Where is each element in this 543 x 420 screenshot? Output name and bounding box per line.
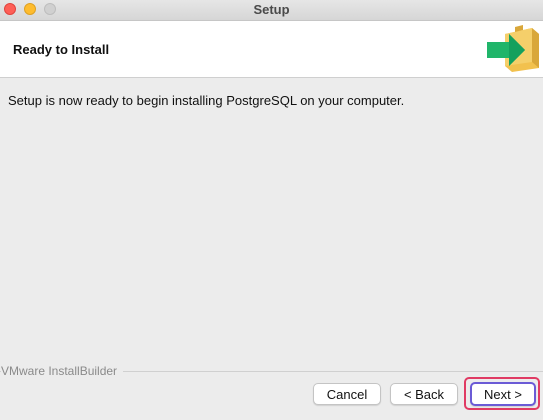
wizard-header: Ready to Install [0,21,543,78]
setup-window: Setup Ready to Install Setup is now read… [0,0,543,420]
back-button[interactable]: < Back [390,383,458,405]
ready-message: Setup is now ready to begin installing P… [8,93,405,108]
box-with-green-arrow-icon [487,25,539,72]
cancel-button[interactable]: Cancel [313,383,381,405]
installer-branding: VMware InstallBuilder [1,364,124,378]
title-bar: Setup [0,0,543,21]
page-title: Ready to Install [13,42,110,57]
window-title: Setup [253,2,290,17]
next-button[interactable]: Next > [470,382,536,406]
